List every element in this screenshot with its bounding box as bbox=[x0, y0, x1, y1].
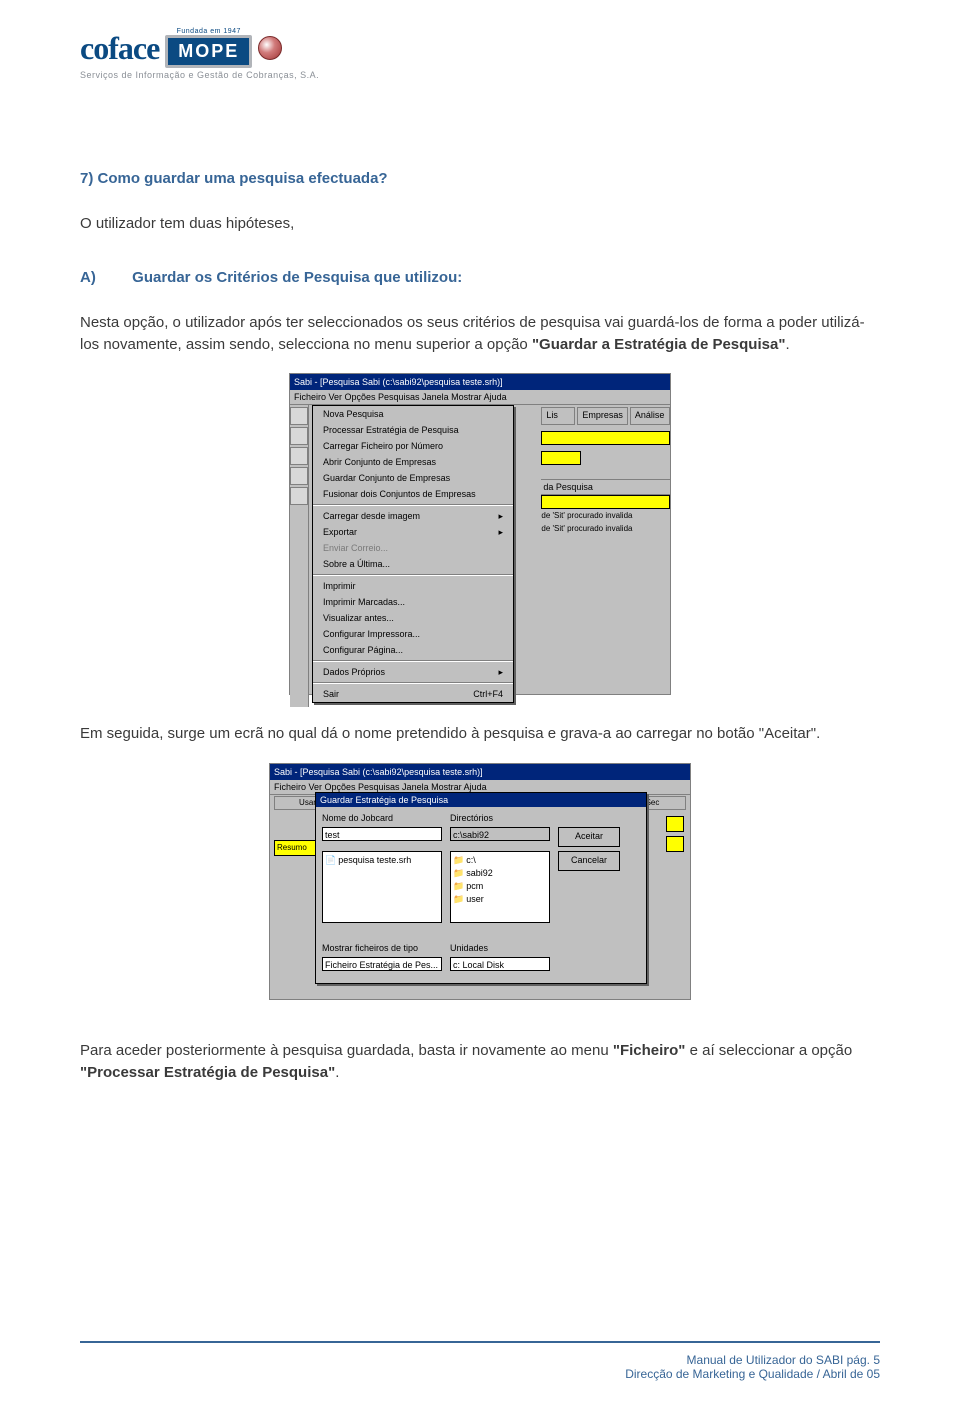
toolbar-button[interactable] bbox=[290, 447, 308, 465]
highlight-row bbox=[541, 431, 670, 445]
name-field[interactable]: test bbox=[322, 827, 442, 841]
menu-item[interactable]: Visualizar antes... bbox=[313, 610, 513, 626]
footer-page-no: 5 bbox=[873, 1353, 880, 1367]
final-paragraph: Para aceder posteriormente à pesquisa gu… bbox=[80, 1040, 880, 1084]
tab[interactable]: Análise bbox=[630, 407, 670, 425]
menu-item[interactable]: Nova Pesquisa bbox=[313, 406, 513, 422]
footer-line1-pre: Manual de Utilizador do SABI pág. bbox=[687, 1353, 874, 1367]
menu-item[interactable]: Guardar Conjunto de Empresas bbox=[313, 470, 513, 486]
footer-rule bbox=[80, 1341, 880, 1343]
footer-text: Manual de Utilizador do SABI pág. 5 Dire… bbox=[625, 1353, 880, 1381]
item-a-title: Guardar os Critérios de Pesquisa que uti… bbox=[132, 269, 462, 286]
ok-button[interactable]: Aceitar bbox=[558, 827, 620, 847]
list-item[interactable]: user bbox=[453, 893, 547, 906]
final-b1: "Ficheiro" bbox=[613, 1042, 686, 1059]
menu-exit-label: Sair bbox=[323, 689, 339, 699]
highlight-cell bbox=[666, 816, 684, 832]
list-item[interactable]: pcm bbox=[453, 880, 547, 893]
tab[interactable]: Empresas bbox=[577, 407, 628, 425]
globe-icon bbox=[258, 36, 282, 60]
menu-separator bbox=[313, 682, 513, 684]
final-end: . bbox=[335, 1064, 339, 1081]
list-item[interactable]: pesquisa teste.srh bbox=[325, 854, 439, 867]
item-a-marker: A) bbox=[80, 269, 128, 286]
menu-separator bbox=[313, 504, 513, 506]
menu-separator bbox=[313, 660, 513, 662]
menu-item[interactable]: Sobre a Última... bbox=[313, 556, 513, 572]
screenshot-save-dialog: Sabi - [Pesquisa Sabi (c:\sabi92\pesquis… bbox=[269, 763, 691, 1000]
label-filetype: Mostrar ficheiros de tipo bbox=[322, 943, 442, 953]
header-logo: coface Fundada em 1947 MOPE Serviços de … bbox=[80, 28, 880, 80]
item-a-bold: "Guardar a Estratégia de Pesquisa" bbox=[532, 336, 786, 353]
menu-item[interactable]: Configurar Página... bbox=[313, 642, 513, 658]
highlight-cell bbox=[666, 836, 684, 852]
menu-item-exit[interactable]: Sair Ctrl+F4 bbox=[313, 686, 513, 702]
toolbar bbox=[290, 405, 309, 707]
toolbar-button[interactable] bbox=[290, 407, 308, 425]
screenshot-menu: Sabi - [Pesquisa Sabi (c:\sabi92\pesquis… bbox=[289, 373, 671, 695]
menu-item-disabled: Enviar Correio... bbox=[313, 540, 513, 556]
drive-select[interactable]: c: Local Disk bbox=[450, 957, 550, 971]
section-title: 7) Como guardar uma pesquisa efectuada? bbox=[80, 170, 880, 187]
item-a-body-end: . bbox=[785, 336, 789, 353]
panel-row: de 'Sit' procurado invalida bbox=[541, 522, 670, 535]
menu-item[interactable]: Carregar Ficheiro por Número bbox=[313, 438, 513, 454]
menu-item[interactable]: Imprimir Marcadas... bbox=[313, 594, 513, 610]
item-a-body: Nesta opção, o utilizador após ter selec… bbox=[80, 312, 880, 356]
brand-text: coface bbox=[80, 30, 159, 67]
toolbar-button[interactable] bbox=[290, 427, 308, 445]
dir-field: c:\sabi92 bbox=[450, 827, 550, 841]
footer-line2: Direcção de Marketing e Qualidade / Abri… bbox=[625, 1367, 880, 1381]
list-item[interactable]: sabi92 bbox=[453, 867, 547, 880]
document-body: 7) Como guardar uma pesquisa efectuada? … bbox=[80, 170, 880, 1084]
menu-item[interactable]: Configurar Impressora... bbox=[313, 626, 513, 642]
label-dir: Directórios bbox=[450, 813, 550, 823]
dialog-title: Guardar Estratégia de Pesquisa bbox=[316, 793, 646, 807]
final-b2: "Processar Estratégia de Pesquisa" bbox=[80, 1064, 335, 1081]
right-panel: Lis Empresas Análise da Pesquisa de 'Sit… bbox=[541, 405, 670, 707]
highlight-row bbox=[541, 495, 670, 509]
list-item[interactable]: c:\ bbox=[453, 854, 547, 867]
menu-item[interactable]: Processar Estratégia de Pesquisa bbox=[313, 422, 513, 438]
toolbar-button[interactable] bbox=[290, 487, 308, 505]
menubar: Ficheiro Ver Opções Pesquisas Janela Mos… bbox=[290, 390, 670, 405]
toolbar-button[interactable] bbox=[290, 467, 308, 485]
menu-item[interactable]: Exportar bbox=[313, 524, 513, 540]
tab[interactable]: Lis bbox=[541, 407, 575, 425]
file-menu-dropdown[interactable]: Nova Pesquisa Processar Estratégia de Pe… bbox=[312, 405, 514, 703]
sublogo-main: MOPE bbox=[165, 35, 252, 68]
label-name: Nome do Jobcard bbox=[322, 813, 442, 823]
menu-item[interactable]: Dados Próprios bbox=[313, 664, 513, 680]
label-drives: Unidades bbox=[450, 943, 550, 953]
panel-label: da Pesquisa bbox=[541, 479, 670, 495]
final-pre: Para aceder posteriormente à pesquisa gu… bbox=[80, 1042, 613, 1059]
window-title: Sabi - [Pesquisa Sabi (c:\sabi92\pesquis… bbox=[270, 764, 690, 780]
file-list[interactable]: pesquisa teste.srh bbox=[322, 851, 442, 923]
final-mid: e aí seleccionar a opção bbox=[685, 1042, 852, 1059]
menu-item[interactable]: Abrir Conjunto de Empresas bbox=[313, 454, 513, 470]
highlight-cell bbox=[541, 451, 581, 465]
sublogo-block: Fundada em 1947 MOPE bbox=[165, 28, 252, 68]
menu-item[interactable]: Fusionar dois Conjuntos de Empresas bbox=[313, 486, 513, 502]
results-label: Resumo bbox=[274, 840, 318, 856]
cancel-button[interactable]: Cancelar bbox=[558, 851, 620, 871]
filetype-select[interactable]: Ficheiro Estratégia de Pes... bbox=[322, 957, 442, 971]
mid-paragraph: Em seguida, surge um ecrã no qual dá o n… bbox=[80, 723, 880, 745]
menu-item[interactable]: Imprimir bbox=[313, 578, 513, 594]
window-title: Sabi - [Pesquisa Sabi (c:\sabi92\pesquis… bbox=[290, 374, 670, 390]
panel-row: de 'Sit' procurado invalida bbox=[541, 509, 670, 522]
menu-item[interactable]: Carregar desde imagem bbox=[313, 508, 513, 524]
sublogo-tag: Fundada em 1947 bbox=[177, 28, 241, 35]
menu-separator bbox=[313, 574, 513, 576]
brand-subtitle: Serviços de Informação e Gestão de Cobra… bbox=[80, 70, 880, 80]
dir-list[interactable]: c:\ sabi92 pcm user bbox=[450, 851, 550, 923]
save-dialog: Guardar Estratégia de Pesquisa Nome do J… bbox=[315, 792, 647, 984]
menu-exit-accel: Ctrl+F4 bbox=[473, 689, 503, 699]
intro-text: O utilizador tem duas hipóteses, bbox=[80, 213, 880, 235]
